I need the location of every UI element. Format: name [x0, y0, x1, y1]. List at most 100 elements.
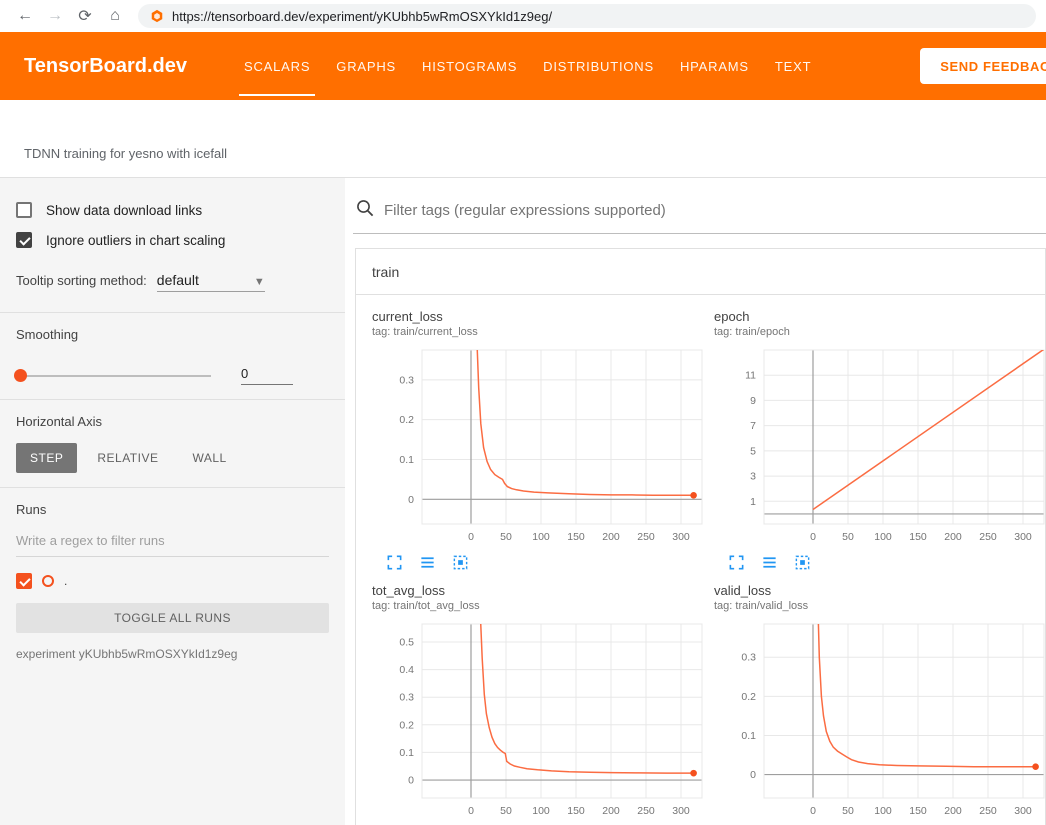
brand: TensorBoard.dev: [24, 55, 187, 78]
svg-text:3: 3: [750, 471, 756, 483]
svg-text:0: 0: [750, 769, 756, 781]
tooltip-sorting-label: Tooltip sorting method:: [16, 273, 147, 288]
svg-text:0.3: 0.3: [741, 652, 756, 664]
svg-text:100: 100: [874, 805, 892, 817]
svg-text:50: 50: [842, 531, 854, 543]
divider: [0, 399, 345, 400]
tooltip-sorting-select[interactable]: default ▼: [157, 272, 265, 292]
svg-text:0.5: 0.5: [399, 636, 414, 648]
svg-text:300: 300: [1014, 805, 1032, 817]
divider: [0, 487, 345, 488]
svg-text:100: 100: [874, 531, 892, 543]
svg-text:150: 150: [567, 805, 585, 817]
axis-button-wall[interactable]: WALL: [178, 443, 240, 473]
svg-text:0.4: 0.4: [399, 664, 414, 676]
svg-text:11: 11: [745, 370, 756, 382]
refresh-icon[interactable]: ⟳: [70, 6, 100, 26]
svg-text:0.2: 0.2: [399, 414, 414, 426]
chart-plot-epoch[interactable]: 0501001502002503001357911: [714, 344, 1046, 550]
runs-label: Runs: [16, 502, 329, 517]
run-checkbox[interactable]: [16, 573, 32, 589]
svg-text:100: 100: [532, 805, 550, 817]
expand-chart-icon[interactable]: [386, 554, 403, 571]
svg-text:200: 200: [944, 531, 962, 543]
site-favicon: [150, 9, 164, 23]
subheader: TDNN training for yesno with icefall: [0, 100, 1046, 178]
train-section-card: train current_loss tag: train/current_lo…: [355, 248, 1046, 825]
chart-plot-tot-avg-loss[interactable]: 05010015020025030000.10.20.30.40.5: [372, 618, 708, 824]
svg-text:0.1: 0.1: [399, 454, 414, 466]
chart-title: tot_avg_loss: [372, 583, 712, 598]
svg-text:200: 200: [602, 531, 620, 543]
svg-text:0: 0: [468, 531, 474, 543]
axis-button-step[interactable]: STEP: [16, 443, 77, 473]
svg-text:300: 300: [672, 531, 690, 543]
show-download-links-checkbox[interactable]: [16, 202, 32, 218]
fit-domain-icon[interactable]: [452, 554, 469, 571]
fit-domain-icon[interactable]: [794, 554, 811, 571]
svg-text:300: 300: [672, 805, 690, 817]
svg-text:50: 50: [842, 805, 854, 817]
svg-text:150: 150: [567, 531, 585, 543]
sidebar: Show data download links Ignore outliers…: [0, 178, 345, 825]
chart-current-loss: current_loss tag: train/current_loss 050…: [372, 309, 712, 571]
chart-plot-valid-loss[interactable]: 05010015020025030000.10.20.3: [714, 618, 1046, 824]
chart-toolbar: [714, 554, 1046, 571]
axis-button-relative[interactable]: RELATIVE: [83, 443, 172, 473]
url-text: https://tensorboard.dev/experiment/yKUbh…: [172, 9, 552, 24]
data-table-icon[interactable]: [761, 554, 778, 571]
main-content: train current_loss tag: train/current_lo…: [345, 178, 1046, 825]
svg-text:50: 50: [500, 531, 512, 543]
smoothing-value-input[interactable]: 0: [241, 366, 293, 385]
tab-scalars[interactable]: SCALARS: [231, 32, 323, 100]
run-row: .: [16, 573, 329, 589]
send-feedback-button[interactable]: SEND FEEDBACK: [920, 48, 1046, 84]
chart-title: valid_loss: [714, 583, 1046, 598]
app-header: TensorBoard.dev SCALARS GRAPHS HISTOGRAM…: [0, 32, 1046, 100]
nav-tabs: SCALARS GRAPHS HISTOGRAMS DISTRIBUTIONS …: [231, 32, 824, 100]
chart-toolbar: [372, 554, 712, 571]
chart-plot-current-loss[interactable]: 05010015020025030000.10.20.3: [372, 344, 708, 550]
tab-text[interactable]: TEXT: [762, 32, 824, 100]
address-bar[interactable]: https://tensorboard.dev/experiment/yKUbh…: [138, 4, 1036, 28]
ignore-outliers-label: Ignore outliers in chart scaling: [46, 233, 225, 248]
ignore-outliers-checkbox[interactable]: [16, 232, 32, 248]
tab-graphs[interactable]: GRAPHS: [323, 32, 409, 100]
expand-chart-icon[interactable]: [728, 554, 745, 571]
chart-title: current_loss: [372, 309, 712, 324]
home-icon[interactable]: ⌂: [100, 7, 130, 25]
browser-chrome: ← → ⟳ ⌂ https://tensorboard.dev/experime…: [0, 0, 1046, 32]
toggle-all-runs-button[interactable]: TOGGLE ALL RUNS: [16, 603, 329, 633]
svg-text:0: 0: [810, 805, 816, 817]
smoothing-slider[interactable]: [16, 375, 211, 377]
runs-filter-input[interactable]: [16, 533, 329, 557]
section-header[interactable]: train: [356, 249, 1045, 295]
smoothing-slider-thumb[interactable]: [14, 369, 27, 382]
svg-text:300: 300: [1014, 531, 1032, 543]
chart-subtitle: tag: train/valid_loss: [714, 600, 1046, 612]
smoothing-label: Smoothing: [16, 327, 329, 342]
svg-text:1: 1: [750, 496, 756, 508]
experiment-name: experiment yKUbhb5wRmOSXYkId1z9eg: [16, 647, 329, 661]
svg-text:0: 0: [468, 805, 474, 817]
tab-distributions[interactable]: DISTRIBUTIONS: [530, 32, 667, 100]
divider: [0, 312, 345, 313]
chart-tot-avg-loss: tot_avg_loss tag: train/tot_avg_loss 050…: [372, 583, 712, 825]
forward-icon[interactable]: →: [40, 7, 70, 25]
tag-filter-input[interactable]: [384, 202, 1046, 219]
svg-text:250: 250: [637, 805, 655, 817]
chart-subtitle: tag: train/epoch: [714, 326, 1046, 338]
show-download-links-label: Show data download links: [46, 203, 202, 218]
show-download-links-row: Show data download links: [16, 202, 329, 218]
tab-histograms[interactable]: HISTOGRAMS: [409, 32, 530, 100]
back-icon[interactable]: ←: [10, 7, 40, 25]
data-table-icon[interactable]: [419, 554, 436, 571]
svg-text:7: 7: [750, 420, 756, 432]
svg-text:0.3: 0.3: [399, 692, 414, 704]
svg-text:0.3: 0.3: [399, 374, 414, 386]
chart-title: epoch: [714, 309, 1046, 324]
search-icon: [355, 198, 375, 223]
experiment-description: TDNN training for yesno with icefall: [24, 146, 227, 161]
svg-text:0.1: 0.1: [741, 730, 756, 742]
tab-hparams[interactable]: HPARAMS: [667, 32, 762, 100]
